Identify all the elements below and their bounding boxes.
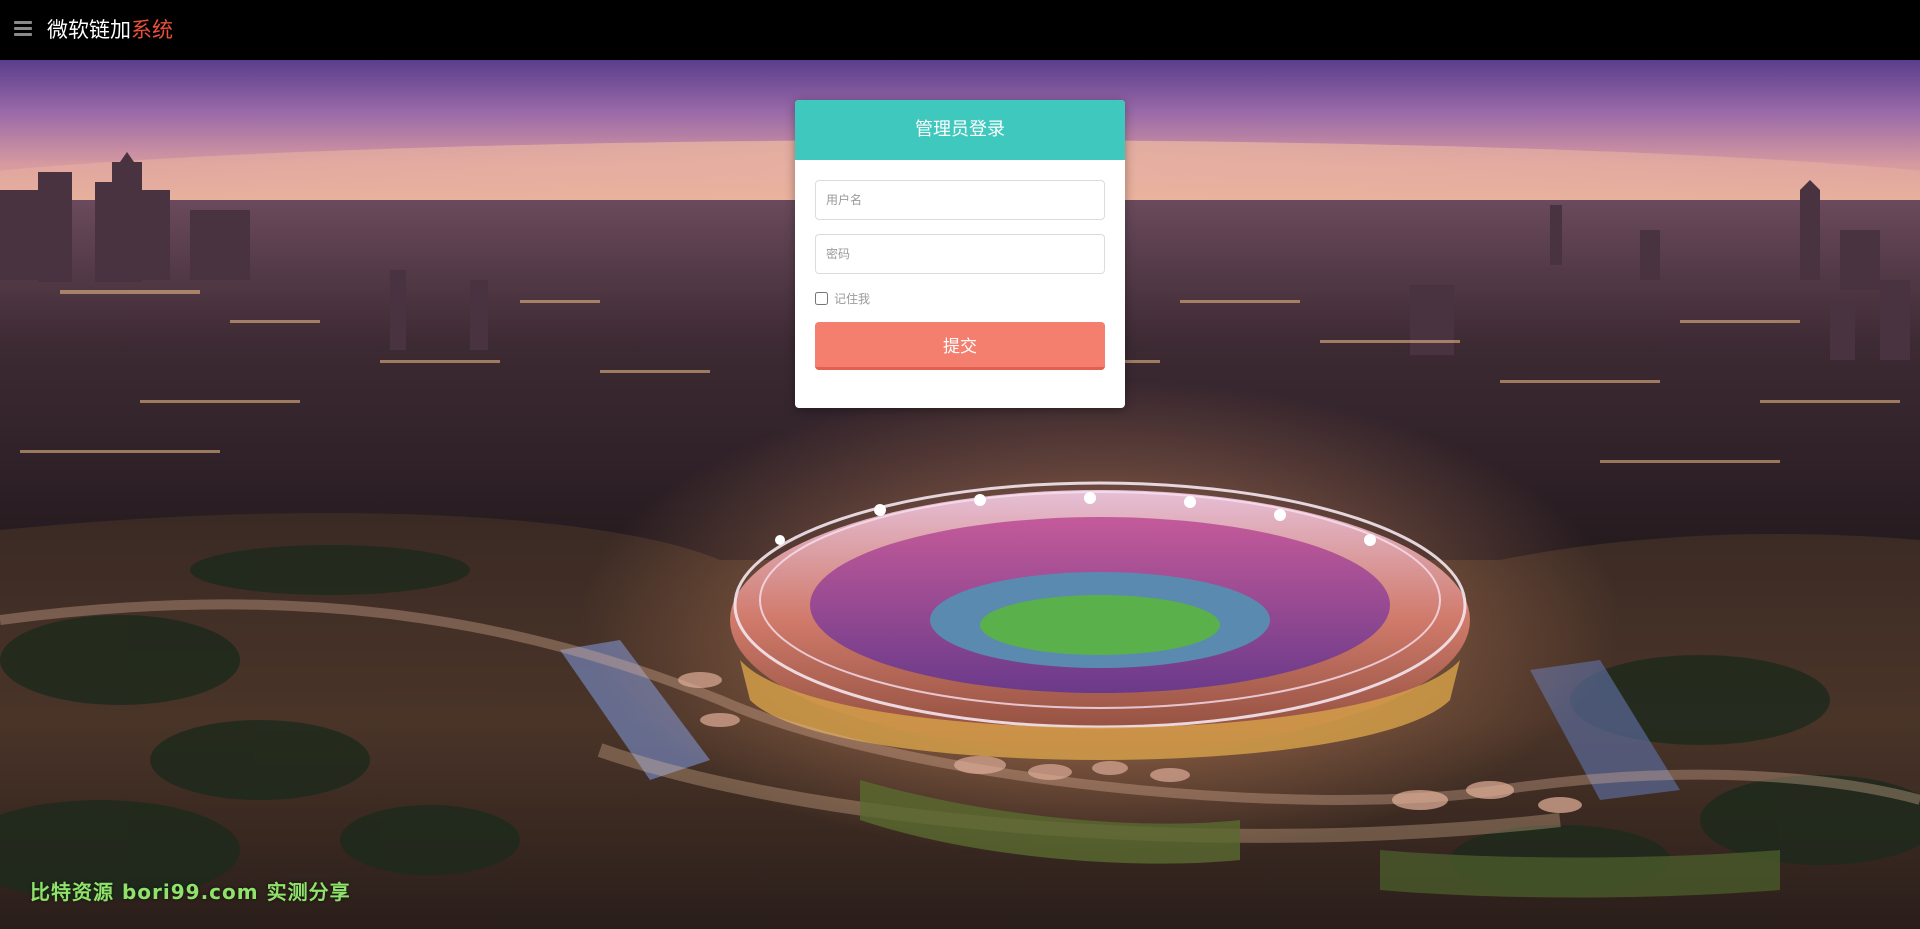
brand-title[interactable]: 微软链加系统 [47, 16, 173, 44]
watermark-text: 比特资源 bori99.com 实测分享 [30, 880, 351, 904]
login-page: 微软链加系统 管理员登录 用户名 记住我 提交 比特资源 bori99.com … [0, 0, 1920, 929]
login-card: 管理员登录 记住我 提交 [795, 100, 1125, 408]
remember-me-checkbox[interactable] [815, 291, 828, 305]
username-input[interactable] [815, 180, 1105, 220]
submit-button[interactable]: 提交 [815, 322, 1105, 370]
remember-me[interactable]: 记住我 [815, 288, 870, 308]
hamburger-menu-icon[interactable] [14, 21, 32, 37]
brand-title-main: 微软链加 [47, 18, 131, 42]
login-title: 管理员登录 [795, 100, 1125, 160]
top-navbar: 微软链加系统 [0, 0, 1920, 60]
brand-title-accent: 系统 [131, 18, 173, 42]
password-input[interactable] [815, 234, 1105, 274]
remember-me-label: 记住我 [834, 291, 871, 306]
